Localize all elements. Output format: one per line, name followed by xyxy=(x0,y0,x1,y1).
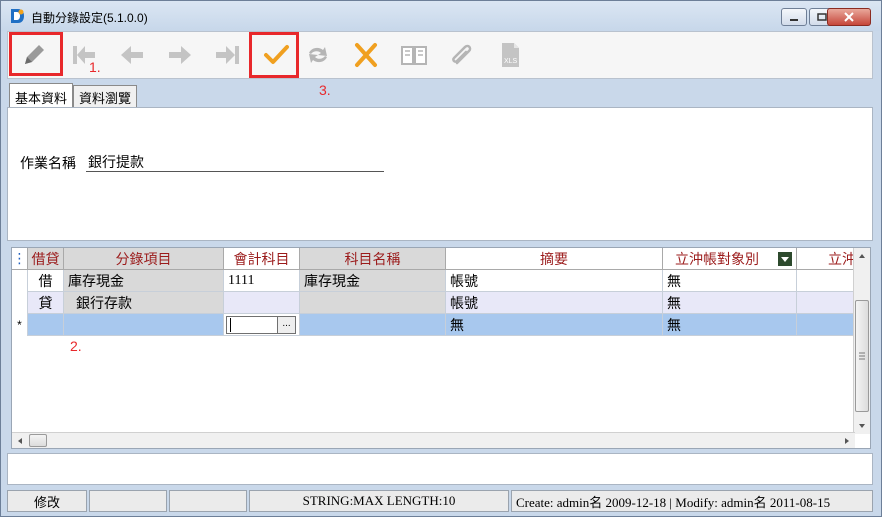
lookup-button[interactable]: ... xyxy=(277,316,295,333)
column-header[interactable]: 摘要 xyxy=(446,248,663,270)
account-name-cell[interactable]: 庫存現金 xyxy=(300,270,446,292)
offset-cell[interactable] xyxy=(797,314,857,336)
scroll-right-icon[interactable] xyxy=(839,433,855,449)
account-name-cell[interactable] xyxy=(300,314,446,336)
scroll-down-icon[interactable] xyxy=(854,418,870,434)
new-row[interactable]: * ... 無 無 xyxy=(12,314,857,336)
account-code-editor[interactable]: ... xyxy=(226,315,296,334)
window-title: 自動分錄設定(5.1.0.0) xyxy=(31,11,148,25)
previous-button[interactable] xyxy=(114,38,150,72)
summary-cell[interactable]: 帳號 xyxy=(446,270,663,292)
summary-cell[interactable]: 無 xyxy=(446,314,663,336)
cancel-x-icon xyxy=(355,43,377,67)
toolbar: XLS xyxy=(7,31,873,79)
minimize-icon xyxy=(790,19,798,21)
status-bar: 修改 STRING:MAX LENGTH:10 Create: admin名 2… xyxy=(7,490,877,512)
entry-item-cell[interactable]: 庫存現金 xyxy=(64,270,224,292)
column-header[interactable]: 借貸 xyxy=(28,248,64,270)
account-code-cell[interactable]: 1111 xyxy=(224,270,300,292)
step3-label: 3. xyxy=(319,82,331,98)
scroll-left-icon[interactable] xyxy=(12,433,28,449)
dropdown-arrow-icon[interactable] xyxy=(778,251,792,266)
vertical-scrollbar[interactable] xyxy=(853,248,870,434)
export-xls-button[interactable]: XLS xyxy=(492,38,528,72)
tab-basic-info[interactable]: 基本資料 xyxy=(9,83,74,107)
previous-arrow-icon xyxy=(121,46,143,64)
paperclip-icon xyxy=(452,44,472,65)
offset-target-cell[interactable]: 無 xyxy=(663,270,797,292)
book-icon xyxy=(401,46,427,65)
offset-cell[interactable] xyxy=(797,270,857,292)
svg-text:XLS: XLS xyxy=(504,58,518,65)
entry-grid: ⋮ 借貸 分錄項目 會計科目 科目名稱 摘要 立沖帳對象別 立沖 借 庫存現金 … xyxy=(11,247,871,449)
app-logo-icon xyxy=(11,9,24,23)
text-caret xyxy=(230,317,231,332)
last-record-icon xyxy=(216,46,239,64)
column-header[interactable]: 科目名稱 xyxy=(300,248,446,270)
entry-item-cell[interactable]: 銀行存款 xyxy=(64,292,224,314)
status-mode: 修改 xyxy=(7,490,87,512)
scroll-up-icon[interactable] xyxy=(854,248,870,264)
grip-icon xyxy=(859,352,865,360)
row-indicator xyxy=(12,270,28,292)
basic-info-panel: 作業名稱 銀行提款 xyxy=(7,107,873,241)
account-code-cell[interactable]: ... xyxy=(224,314,300,336)
debit-credit-cell[interactable]: 借 xyxy=(28,270,64,292)
close-button[interactable] xyxy=(827,8,871,26)
offset-target-cell[interactable]: 無 xyxy=(663,292,797,314)
column-menu-icon[interactable]: ⋮ xyxy=(12,248,28,270)
maximize-icon xyxy=(817,13,827,21)
horizontal-scrollbar[interactable] xyxy=(12,432,855,448)
tab-strip: 基本資料 資料瀏覽 xyxy=(9,83,138,107)
column-header-offset-target[interactable]: 立沖帳對象別 xyxy=(663,248,797,270)
summary-cell[interactable]: 帳號 xyxy=(446,292,663,314)
last-record-button[interactable] xyxy=(210,38,246,72)
step2-label: 2. xyxy=(70,338,82,354)
debit-credit-cell[interactable]: 貸 xyxy=(28,292,64,314)
title-bar: 自動分錄設定(5.1.0.0) xyxy=(1,1,881,31)
xls-export-icon: XLS xyxy=(502,43,519,67)
account-code-cell[interactable] xyxy=(224,292,300,314)
debit-credit-cell[interactable] xyxy=(28,314,64,336)
job-name-field[interactable]: 銀行提款 xyxy=(86,152,384,172)
vertical-scroll-thumb[interactable] xyxy=(855,300,869,412)
status-slot xyxy=(169,490,247,512)
row-indicator xyxy=(12,292,28,314)
status-field-info: STRING:MAX LENGTH:10 xyxy=(249,490,509,512)
next-button[interactable] xyxy=(162,38,198,72)
cancel-button[interactable] xyxy=(348,38,384,72)
step3-highlight xyxy=(249,32,299,78)
column-header[interactable]: 立沖 xyxy=(797,248,857,270)
tab-data-browse[interactable]: 資料瀏覽 xyxy=(73,85,138,107)
status-audit-info: Create: admin名 2009-12-18 | Modify: admi… xyxy=(511,490,873,512)
column-header[interactable]: 會計科目 xyxy=(224,248,300,270)
status-slot xyxy=(89,490,167,512)
step1-highlight xyxy=(9,32,63,76)
step1-label: 1. xyxy=(89,59,101,75)
table-row[interactable]: 借 庫存現金 1111 庫存現金 帳號 無 xyxy=(12,270,857,292)
offset-cell[interactable] xyxy=(797,292,857,314)
new-row-indicator: * xyxy=(12,314,28,336)
memo-panel xyxy=(7,453,873,485)
table-row[interactable]: 貸 銀行存款 帳號 無 xyxy=(12,292,857,314)
attachment-button[interactable] xyxy=(444,38,480,72)
minimize-button[interactable] xyxy=(781,8,807,26)
job-name-label: 作業名稱 xyxy=(20,155,76,171)
grid-header: ⋮ 借貸 分錄項目 會計科目 科目名稱 摘要 立沖帳對象別 立沖 xyxy=(12,248,857,270)
entry-item-cell[interactable] xyxy=(64,314,224,336)
horizontal-scroll-thumb[interactable] xyxy=(29,434,47,447)
refresh-button[interactable] xyxy=(300,38,336,72)
close-icon xyxy=(844,12,854,22)
offset-target-cell[interactable]: 無 xyxy=(663,314,797,336)
column-header[interactable]: 分錄項目 xyxy=(64,248,224,270)
next-arrow-icon xyxy=(169,46,191,64)
application-window: 自動分錄設定(5.1.0.0) XLS 1. 3. 基本資料 資料瀏覽 作業名稱… xyxy=(0,0,882,517)
view-button[interactable] xyxy=(396,38,432,72)
column-header-label: 立沖帳對象別 xyxy=(675,250,759,267)
account-name-cell[interactable] xyxy=(300,292,446,314)
refresh-icon xyxy=(309,47,327,63)
